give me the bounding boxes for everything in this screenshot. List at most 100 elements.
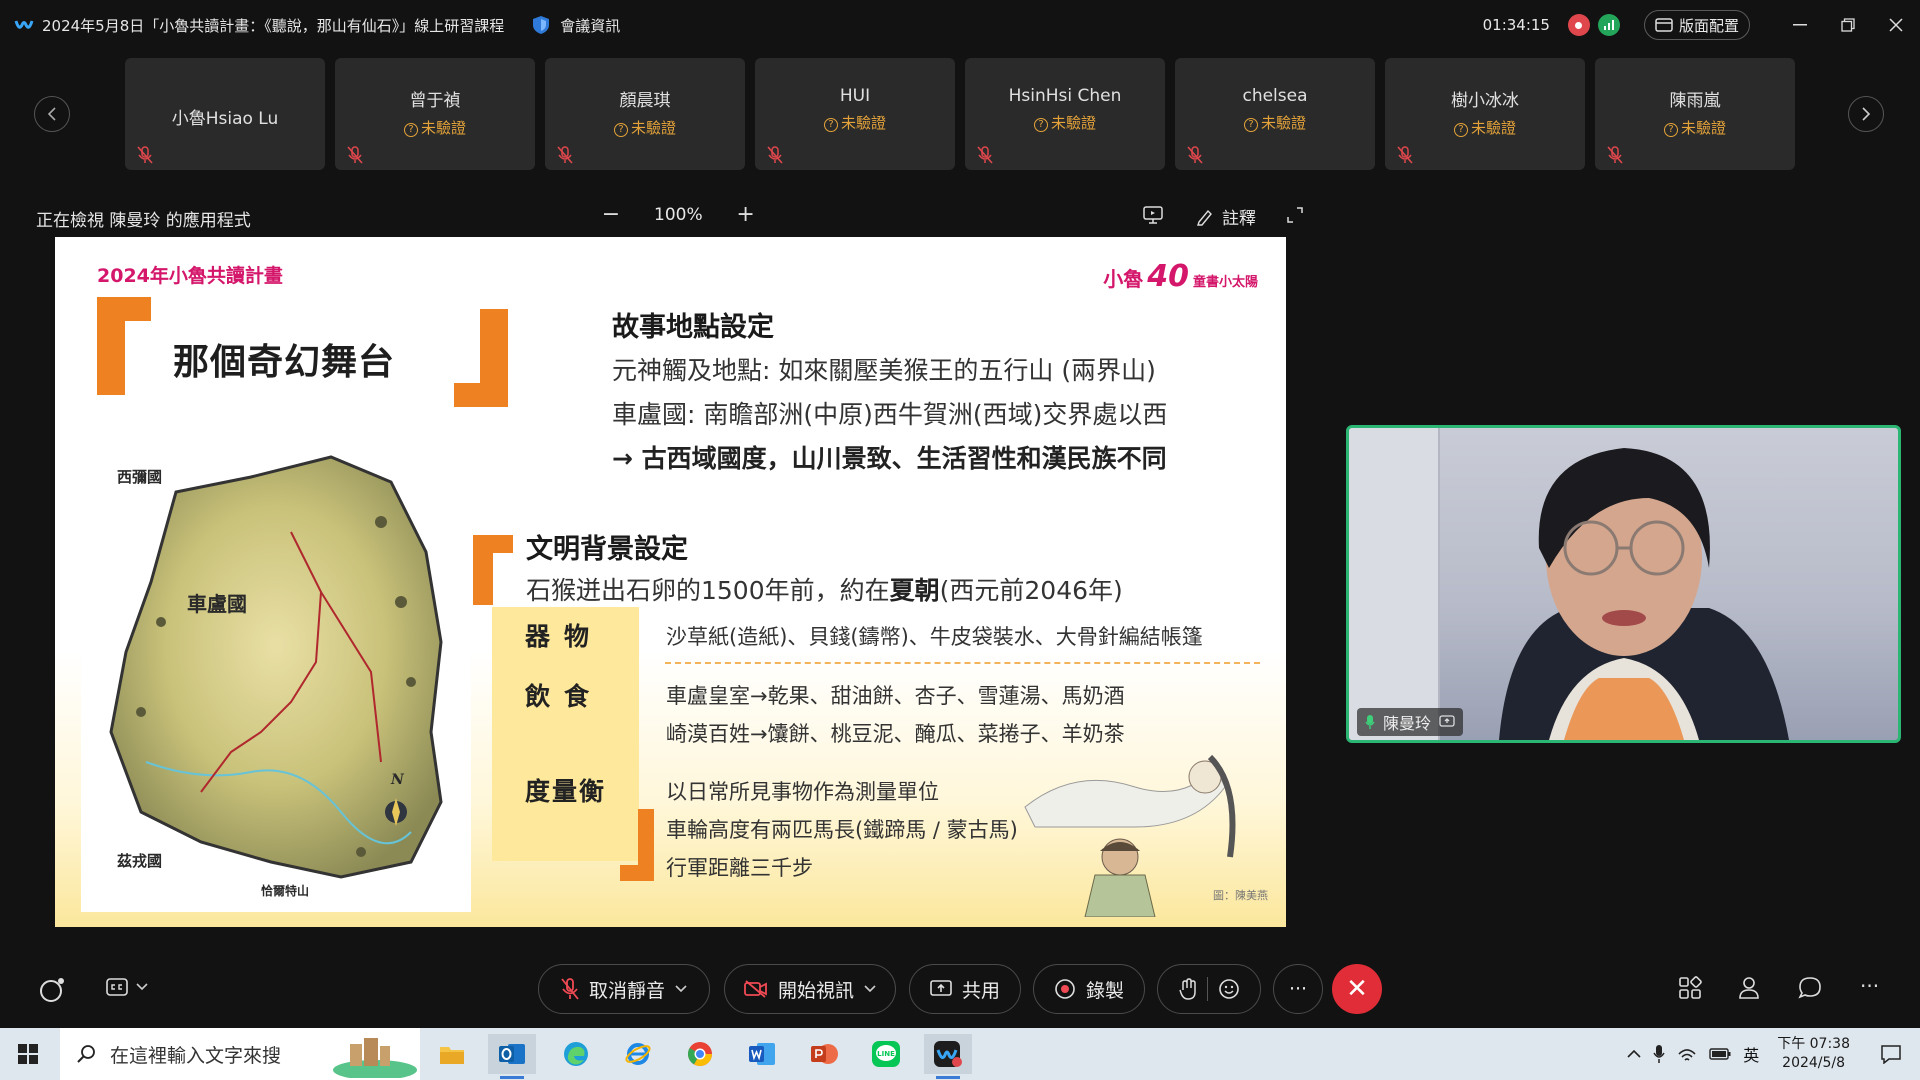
expand-icon[interactable] [1286,206,1304,224]
shield-icon[interactable] [530,14,552,36]
section-heading-location: 故事地點設定 [612,312,774,343]
meeting-info-link[interactable]: 會議資訊 [560,15,620,36]
captions-button[interactable] [106,978,148,996]
participant-tile[interactable]: 小魯Hsiao Lu [125,58,325,170]
zoom-level: 100% [654,204,703,225]
pen-icon [1197,209,1212,226]
category-item: 車盧皇室→乾果、甜油餅、杏子、雪蓮湯、馬奶酒 [666,684,1125,708]
participant-tile[interactable]: HUI ? 未驗證 [755,58,955,170]
section-bracket [620,865,654,881]
recording-indicator-icon [1567,14,1590,36]
map-label-south: 茲戎國 [117,852,163,870]
civilization-intro: 石猴迸出石卵的1500年前，約在夏朝(西元前2046年) [526,576,1123,605]
network-status-icon[interactable] [1597,14,1620,36]
minimize-icon [1793,24,1807,26]
line-app-icon[interactable]: LINE [862,1034,910,1074]
zoom-out-button[interactable]: − [600,202,622,227]
wifi-icon[interactable] [1677,1046,1697,1062]
mic-muted-icon [1397,146,1413,164]
close-icon [1889,18,1903,32]
participant-name: 陳雨嵐 [1669,91,1721,111]
participant-tile[interactable]: HsinHsi Chen ? 未驗證 [965,58,1165,170]
previous-participants-button[interactable] [34,96,70,132]
mic-on-icon [1365,715,1375,729]
unmute-button[interactable]: 取消靜音 [538,964,710,1014]
chevron-down-icon [675,985,687,993]
category-item: 行軍距離三千步 [666,856,813,880]
map-drawing-icon [109,455,443,879]
annotate-button[interactable]: 註釋 [1196,204,1256,229]
participant-tile[interactable]: 樹小冰冰 ? 未驗證 [1385,58,1585,170]
participant-name: 小魯Hsiao Lu [171,109,279,129]
minimize-button[interactable] [1776,0,1824,50]
more-icon: ··· [1288,978,1308,1000]
internet-explorer-icon[interactable] [614,1034,662,1074]
question-icon: ? [823,118,838,132]
record-icon [1055,979,1075,999]
category-item: 崎漠百姓→馕餅、桃豆泥、醃瓜、菜捲子、羊奶茶 [666,722,1125,746]
powerpoint-icon[interactable] [800,1034,848,1074]
record-button[interactable]: 錄製 [1033,964,1145,1014]
file-explorer-icon[interactable] [428,1034,476,1074]
participant-tile[interactable]: 顏晨琪 ? 未驗證 [545,58,745,170]
participant-name: HsinHsi Chen [1008,86,1122,106]
unmute-label: 取消靜音 [588,979,665,1002]
taskbar-search-input[interactable]: 在這裡輸入文字來搜 [60,1028,420,1080]
start-video-label: 開始視訊 [777,979,854,1002]
start-video-button[interactable]: 開始視訊 [724,964,896,1014]
participant-tile[interactable]: 陳雨嵐 ? 未驗證 [1595,58,1795,170]
close-window-button[interactable] [1872,0,1920,50]
windows-start-icon[interactable] [18,1044,38,1064]
participant-tile[interactable]: chelsea ? 未驗證 [1175,58,1375,170]
participants-icon[interactable] [1738,976,1762,1000]
category-item: 車輪高度有兩匹馬長(鐵蹄馬 / 蒙古馬) [666,818,1018,842]
system-tray: 英 下午 07:38 2024/5/8 [1627,1028,1920,1080]
system-clock[interactable]: 下午 07:38 2024/5/8 [1777,1035,1850,1073]
mic-muted-icon [137,146,153,164]
restore-button[interactable] [1824,0,1872,50]
map-compass-north: N [391,772,404,788]
raise-hand-icon [1178,978,1196,1000]
edge-browser-icon[interactable] [552,1034,600,1074]
more-panels-button[interactable]: ··· [1860,974,1879,998]
mic-muted-icon [1187,146,1203,164]
speaker-video-feed-icon [1349,428,1789,740]
title-bar: 2024年5月8日「小魯共讀計畫：《聽說，那山有仙石》」線上研習課程 會議資訊 … [0,0,1920,50]
category-label: 飲食 [525,682,604,711]
presence-status-icon[interactable] [38,976,66,1004]
chrome-browser-icon[interactable] [676,1034,724,1074]
layout-button[interactable]: 版面配置 [1643,10,1750,40]
battery-icon[interactable] [1709,1048,1731,1060]
search-highlight-icon [333,1038,417,1078]
apps-icon[interactable] [1678,976,1702,1000]
characters-illustration-icon [1024,754,1236,917]
share-button[interactable]: 共用 [909,964,1021,1014]
reactions-button[interactable] [1157,964,1261,1014]
map-illustration: 西彌國 車盧國 茲戎國 恰爾特山 N [81,432,471,912]
notification-icon[interactable] [1880,1044,1902,1064]
chevron-up-icon[interactable] [1627,1049,1641,1059]
participant-tile[interactable]: 曾于禎 ? 未驗證 [335,58,535,170]
participant-name: 顏晨琪 [619,91,671,111]
chat-icon[interactable] [1798,976,1822,1000]
next-participants-button[interactable] [1848,96,1884,132]
more-options-button[interactable]: ··· [1273,964,1323,1014]
active-speaker-video[interactable]: 陳曼玲 [1346,425,1901,743]
screen-options-icon[interactable] [1143,206,1163,224]
section-heading-civilization: 文明背景設定 [526,534,688,565]
leave-meeting-button[interactable]: ✕ [1332,964,1382,1014]
location-line: 車盧國: 南瞻部洲(中原)西牛賀洲(西域)交界處以西 [612,400,1168,429]
word-icon[interactable] [738,1034,786,1074]
zoom-in-button[interactable]: + [735,202,757,227]
participant-name: chelsea [1242,86,1308,106]
category-column [492,825,639,861]
record-label: 錄製 [1085,979,1124,1002]
search-icon [77,1045,95,1063]
mic-muted-icon [557,146,573,164]
input-method-indicator[interactable]: 英 [1743,1042,1759,1066]
webex-app-icon[interactable] [924,1034,972,1079]
chevron-left-icon [47,107,56,121]
unverified-badge: ? 未驗證 [545,117,745,138]
microphone-icon[interactable] [1653,1044,1665,1064]
outlook-icon[interactable] [488,1034,536,1079]
